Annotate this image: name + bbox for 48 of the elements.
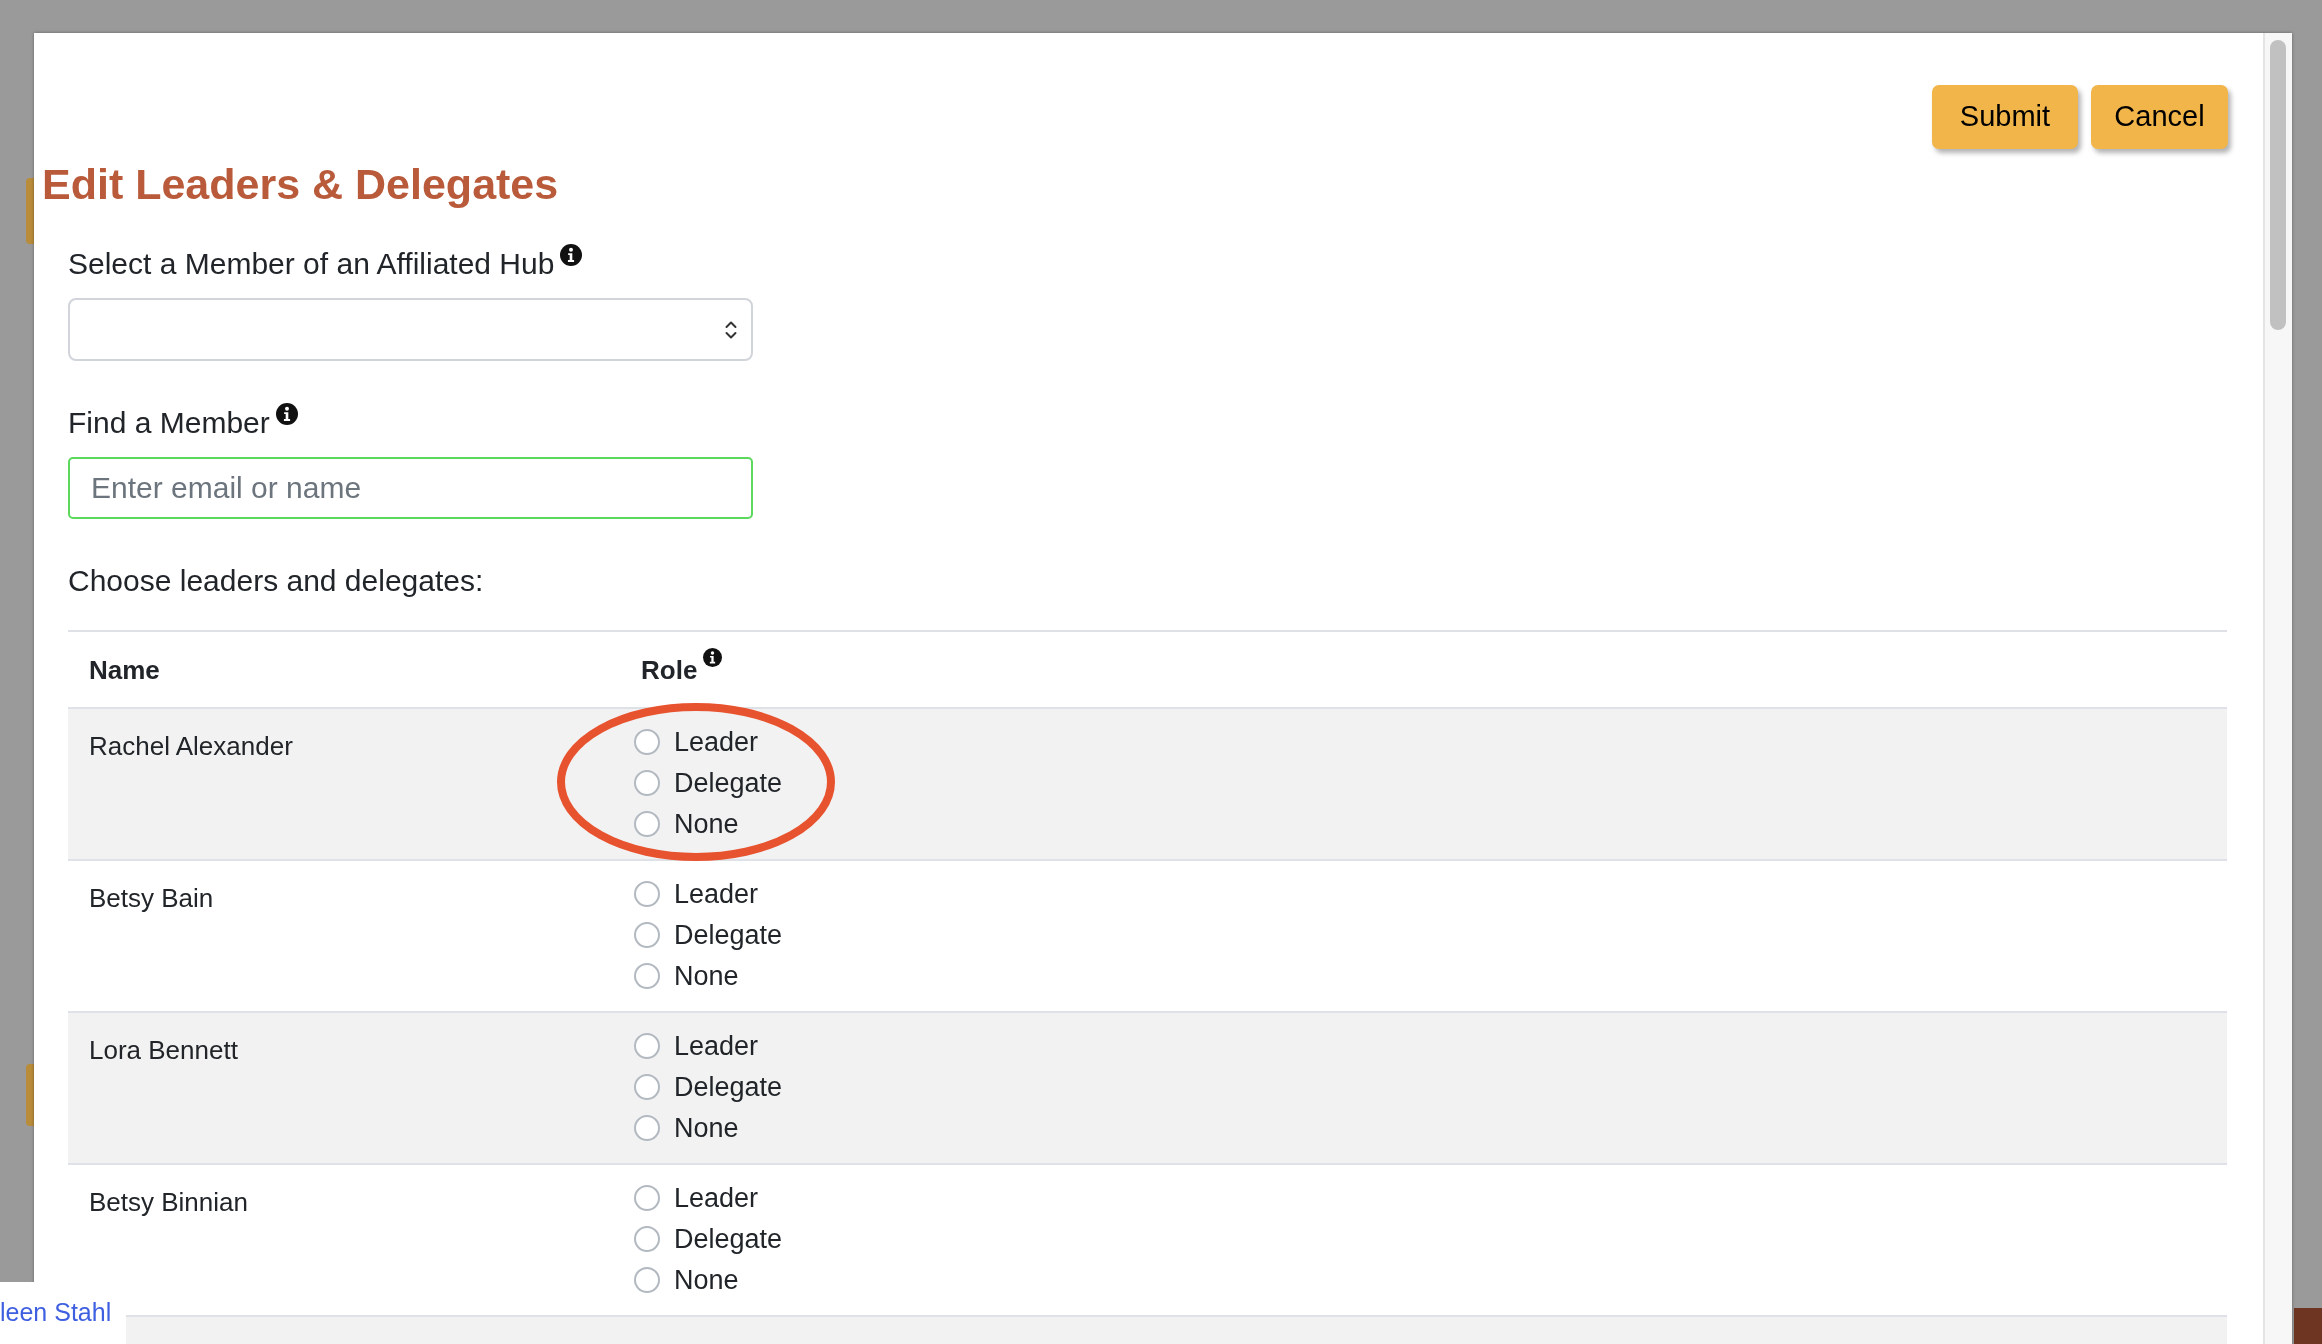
scrollbar-track[interactable] bbox=[2263, 33, 2292, 1344]
info-icon[interactable] bbox=[275, 403, 298, 425]
role-label[interactable]: Leader bbox=[674, 877, 759, 910]
radio-button[interactable] bbox=[634, 1225, 660, 1252]
role-label[interactable]: None bbox=[674, 1263, 739, 1296]
member-name: Rachel Alexander bbox=[89, 731, 293, 761]
info-icon[interactable] bbox=[560, 244, 583, 266]
background-fragment bbox=[2294, 1308, 2322, 1344]
instructions-text: Choose leaders and delegates: bbox=[68, 563, 484, 599]
role-label[interactable]: Leader bbox=[674, 1029, 759, 1062]
radio-button[interactable] bbox=[634, 921, 660, 948]
info-icon[interactable] bbox=[703, 647, 723, 667]
radio-button[interactable] bbox=[634, 728, 660, 755]
role-label[interactable]: Delegate bbox=[674, 766, 783, 799]
column-header[interactable]: Name bbox=[89, 653, 160, 686]
member-link[interactable]: leen Stahl bbox=[0, 1282, 126, 1344]
radio-button[interactable] bbox=[634, 810, 660, 837]
radio-button[interactable] bbox=[634, 1032, 660, 1059]
role-label[interactable]: None bbox=[674, 1111, 739, 1144]
radio-button[interactable] bbox=[634, 1266, 660, 1293]
member-name: Betsy Binnian bbox=[89, 1187, 248, 1217]
chevron-up-down-icon bbox=[725, 319, 737, 340]
radio-button[interactable] bbox=[634, 962, 660, 989]
action-button[interactable]: Cancel bbox=[2091, 85, 2228, 149]
field-label: Select a Member of an Affiliated Hub bbox=[68, 246, 555, 282]
member-name: Betsy Bain bbox=[89, 883, 214, 913]
member-select[interactable] bbox=[68, 298, 753, 361]
background-fragment bbox=[26, 1064, 34, 1126]
scrollbar-thumb[interactable] bbox=[2270, 40, 2286, 330]
radio-button[interactable] bbox=[634, 1073, 660, 1100]
search-field[interactable]: Enter email or name bbox=[68, 457, 753, 519]
radio-button[interactable] bbox=[634, 1184, 660, 1211]
role-label[interactable]: Delegate bbox=[674, 918, 783, 951]
dialog-title: Edit Leaders & Delegates bbox=[42, 159, 559, 210]
action-button[interactable]: Submit bbox=[1932, 85, 2078, 149]
role-label[interactable]: Leader bbox=[674, 725, 759, 758]
role-label[interactable]: Leader bbox=[674, 1181, 759, 1214]
background-fragment bbox=[26, 178, 34, 244]
role-label[interactable]: Delegate bbox=[674, 1222, 783, 1255]
member-name: Lora Bennett bbox=[89, 1035, 238, 1065]
role-label[interactable]: Delegate bbox=[674, 1070, 783, 1103]
role-label[interactable]: None bbox=[674, 807, 739, 840]
role-label[interactable]: None bbox=[674, 959, 739, 992]
column-header[interactable]: Role bbox=[641, 653, 698, 686]
radio-button[interactable] bbox=[634, 769, 660, 796]
field-label: Find a Member bbox=[68, 405, 270, 441]
radio-button[interactable] bbox=[634, 1114, 660, 1141]
radio-button[interactable] bbox=[634, 880, 660, 907]
